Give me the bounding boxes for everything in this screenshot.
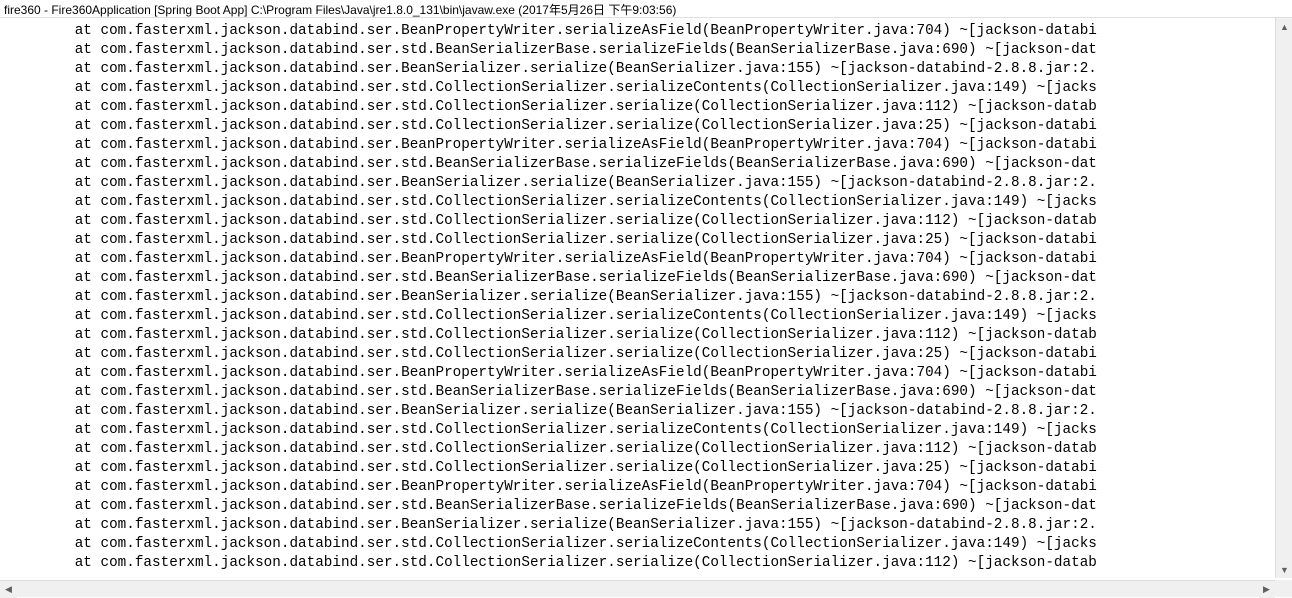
stack-trace-line[interactable]: at com.fasterxml.jackson.databind.ser.st…: [6, 383, 1292, 402]
console-title-bar: fire360 - Fire360Application [Spring Boo…: [0, 0, 1292, 18]
stack-trace-line[interactable]: at com.fasterxml.jackson.databind.ser.st…: [6, 98, 1292, 117]
stack-trace-line[interactable]: at com.fasterxml.jackson.databind.ser.Be…: [6, 478, 1292, 497]
stack-trace-line[interactable]: at com.fasterxml.jackson.databind.ser.st…: [6, 535, 1292, 554]
stack-trace-line[interactable]: at com.fasterxml.jackson.databind.ser.st…: [6, 212, 1292, 231]
scroll-left-arrow-icon[interactable]: ◀: [0, 581, 17, 598]
stack-trace-line[interactable]: at com.fasterxml.jackson.databind.ser.st…: [6, 79, 1292, 98]
stack-trace-line[interactable]: at com.fasterxml.jackson.databind.ser.Be…: [6, 174, 1292, 193]
stack-trace-line[interactable]: at com.fasterxml.jackson.databind.ser.st…: [6, 421, 1292, 440]
stack-trace-line[interactable]: at com.fasterxml.jackson.databind.ser.st…: [6, 554, 1292, 573]
stack-trace-line[interactable]: at com.fasterxml.jackson.databind.ser.st…: [6, 326, 1292, 345]
console-title-text: fire360 - Fire360Application [Spring Boo…: [4, 3, 676, 17]
vertical-scrollbar[interactable]: ▲ ▼: [1275, 18, 1292, 578]
stack-trace-line[interactable]: at com.fasterxml.jackson.databind.ser.Be…: [6, 516, 1292, 535]
stack-trace-line[interactable]: at com.fasterxml.jackson.databind.ser.st…: [6, 497, 1292, 516]
scrollbar-corner: [1275, 580, 1292, 597]
console-content[interactable]: at com.fasterxml.jackson.databind.ser.Be…: [0, 18, 1292, 577]
stack-trace-line[interactable]: at com.fasterxml.jackson.databind.ser.Be…: [6, 250, 1292, 269]
stack-trace-line[interactable]: at com.fasterxml.jackson.databind.ser.st…: [6, 231, 1292, 250]
stack-trace-line[interactable]: at com.fasterxml.jackson.databind.ser.Be…: [6, 288, 1292, 307]
scroll-up-arrow-icon[interactable]: ▲: [1276, 18, 1292, 35]
stack-trace-line[interactable]: at com.fasterxml.jackson.databind.ser.st…: [6, 345, 1292, 364]
stack-trace-line[interactable]: at com.fasterxml.jackson.databind.ser.Be…: [6, 22, 1292, 41]
stack-trace-line[interactable]: at com.fasterxml.jackson.databind.ser.Be…: [6, 364, 1292, 383]
stack-trace-line[interactable]: at com.fasterxml.jackson.databind.ser.Be…: [6, 402, 1292, 421]
stack-trace-line[interactable]: at com.fasterxml.jackson.databind.ser.st…: [6, 41, 1292, 60]
stack-trace-line[interactable]: at com.fasterxml.jackson.databind.ser.Be…: [6, 136, 1292, 155]
console-area[interactable]: at com.fasterxml.jackson.databind.ser.Be…: [0, 18, 1292, 578]
stack-trace-line[interactable]: at com.fasterxml.jackson.databind.ser.st…: [6, 459, 1292, 478]
stack-trace-line[interactable]: at com.fasterxml.jackson.databind.ser.st…: [6, 117, 1292, 136]
stack-trace-line[interactable]: at com.fasterxml.jackson.databind.ser.Be…: [6, 60, 1292, 79]
stack-trace-line[interactable]: at com.fasterxml.jackson.databind.ser.st…: [6, 307, 1292, 326]
scroll-right-arrow-icon[interactable]: ▶: [1258, 581, 1275, 598]
scroll-down-arrow-icon[interactable]: ▼: [1276, 561, 1292, 578]
stack-trace-line[interactable]: at com.fasterxml.jackson.databind.ser.st…: [6, 440, 1292, 459]
stack-trace-line[interactable]: at com.fasterxml.jackson.databind.ser.st…: [6, 155, 1292, 174]
horizontal-scrollbar[interactable]: ◀ ▶: [0, 580, 1275, 597]
stack-trace-line[interactable]: at com.fasterxml.jackson.databind.ser.st…: [6, 269, 1292, 288]
stack-trace-line[interactable]: at com.fasterxml.jackson.databind.ser.st…: [6, 193, 1292, 212]
